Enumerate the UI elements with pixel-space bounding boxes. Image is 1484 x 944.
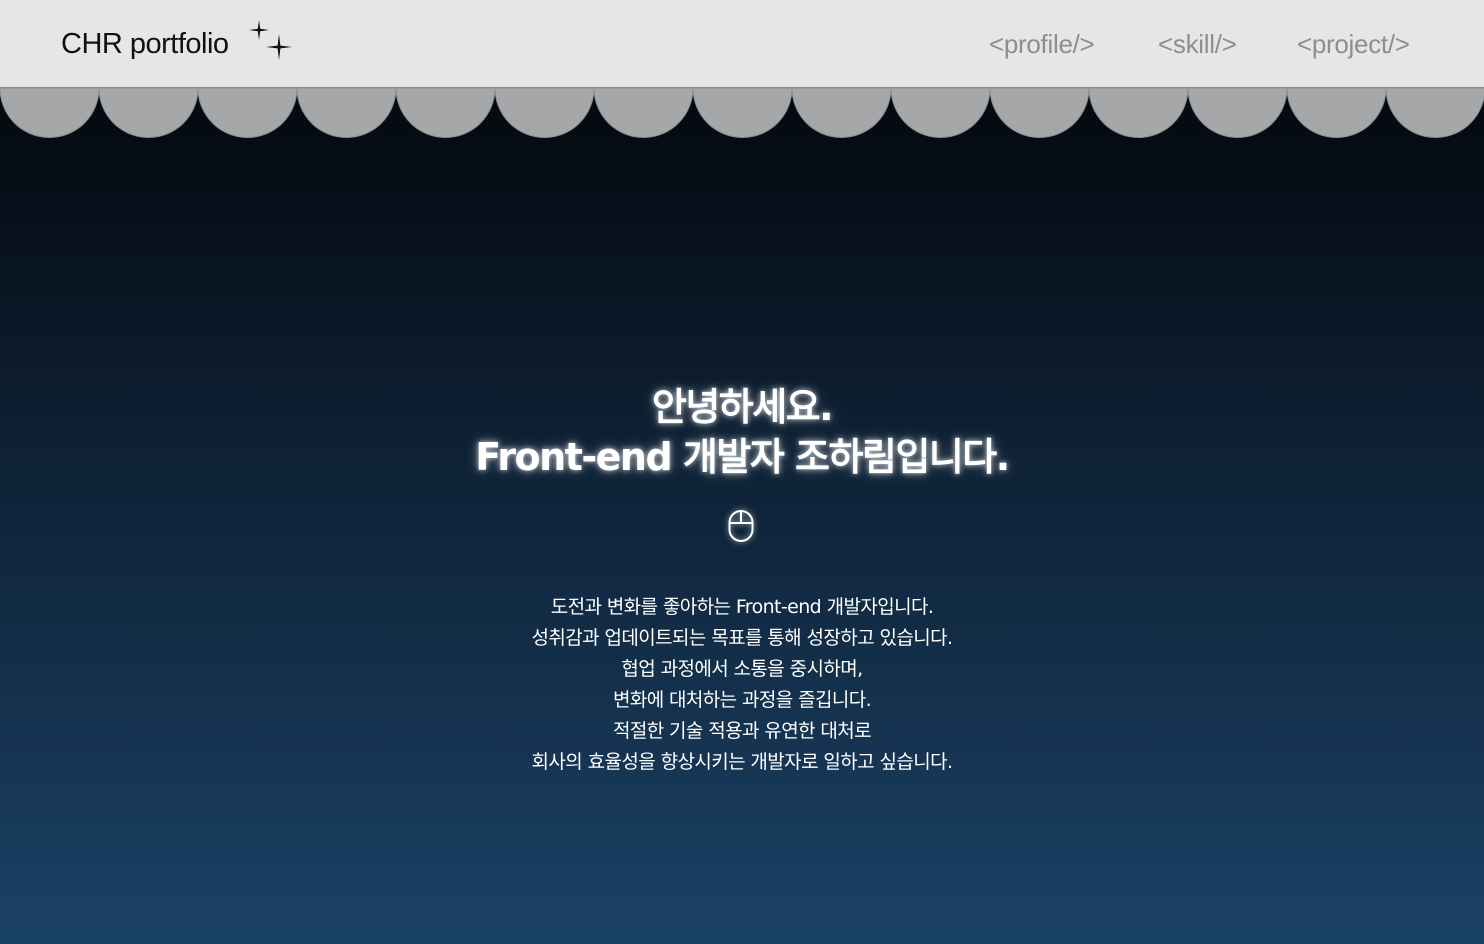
scallop-shape: [593, 88, 694, 138]
top-navigation-bar: CHR portfolio <profile/> <skill/> <proje…: [0, 0, 1484, 88]
scallop-shape: [494, 88, 595, 138]
scalloped-awning-decoration: [0, 88, 1484, 138]
mouse-icon[interactable]: [727, 509, 755, 543]
nav-project-link[interactable]: <project/>: [1297, 27, 1410, 61]
scallop-shape: [296, 88, 397, 138]
intro-line: 성취감과 업데이트되는 목표를 통해 성장하고 있습니다.: [531, 627, 953, 649]
sparkle-icon: [249, 20, 292, 60]
scallop-shape: [1385, 88, 1484, 138]
scallop-shape: [1187, 88, 1288, 138]
scallop-shape: [0, 88, 100, 138]
intro-paragraph: 도전과 변화를 좋아하는 Front-end 개발자입니다. 성취감과 업데이트…: [342, 592, 1142, 778]
scallop-shape: [692, 88, 793, 138]
scallop-shape: [1286, 88, 1387, 138]
hero-heading: 안녕하세요. Front-end 개발자 조하림입니다.: [342, 382, 1142, 482]
nav-profile-link[interactable]: <profile/>: [989, 27, 1095, 61]
scallop-shape: [98, 88, 199, 138]
hero-heading-line-2: Front-end 개발자 조하림입니다.: [475, 435, 1010, 479]
intro-line: 도전과 변화를 좋아하는 Front-end 개발자입니다.: [550, 596, 934, 618]
intro-line: 협업 과정에서 소통을 중시하며,: [621, 658, 863, 680]
scallop-shape: [395, 88, 496, 138]
scallop-shape: [890, 88, 991, 138]
scallop-shape: [989, 88, 1090, 138]
scallop-shape: [197, 88, 298, 138]
brand-name: CHR portfolio: [61, 28, 229, 60]
intro-line: 변화에 대처하는 과정을 즐깁니다.: [612, 689, 872, 711]
nav-skill-link[interactable]: <skill/>: [1158, 27, 1237, 61]
brand-logo-link[interactable]: CHR portfolio: [61, 20, 292, 64]
intro-line: 적절한 기술 적용과 유연한 대처로: [612, 720, 872, 742]
scallop-shape: [791, 88, 892, 138]
scallop-shape: [1088, 88, 1189, 138]
intro-line: 회사의 효율성을 향상시키는 개발자로 일하고 싶습니다.: [531, 751, 953, 773]
hero-heading-line-1: 안녕하세요.: [651, 385, 834, 429]
